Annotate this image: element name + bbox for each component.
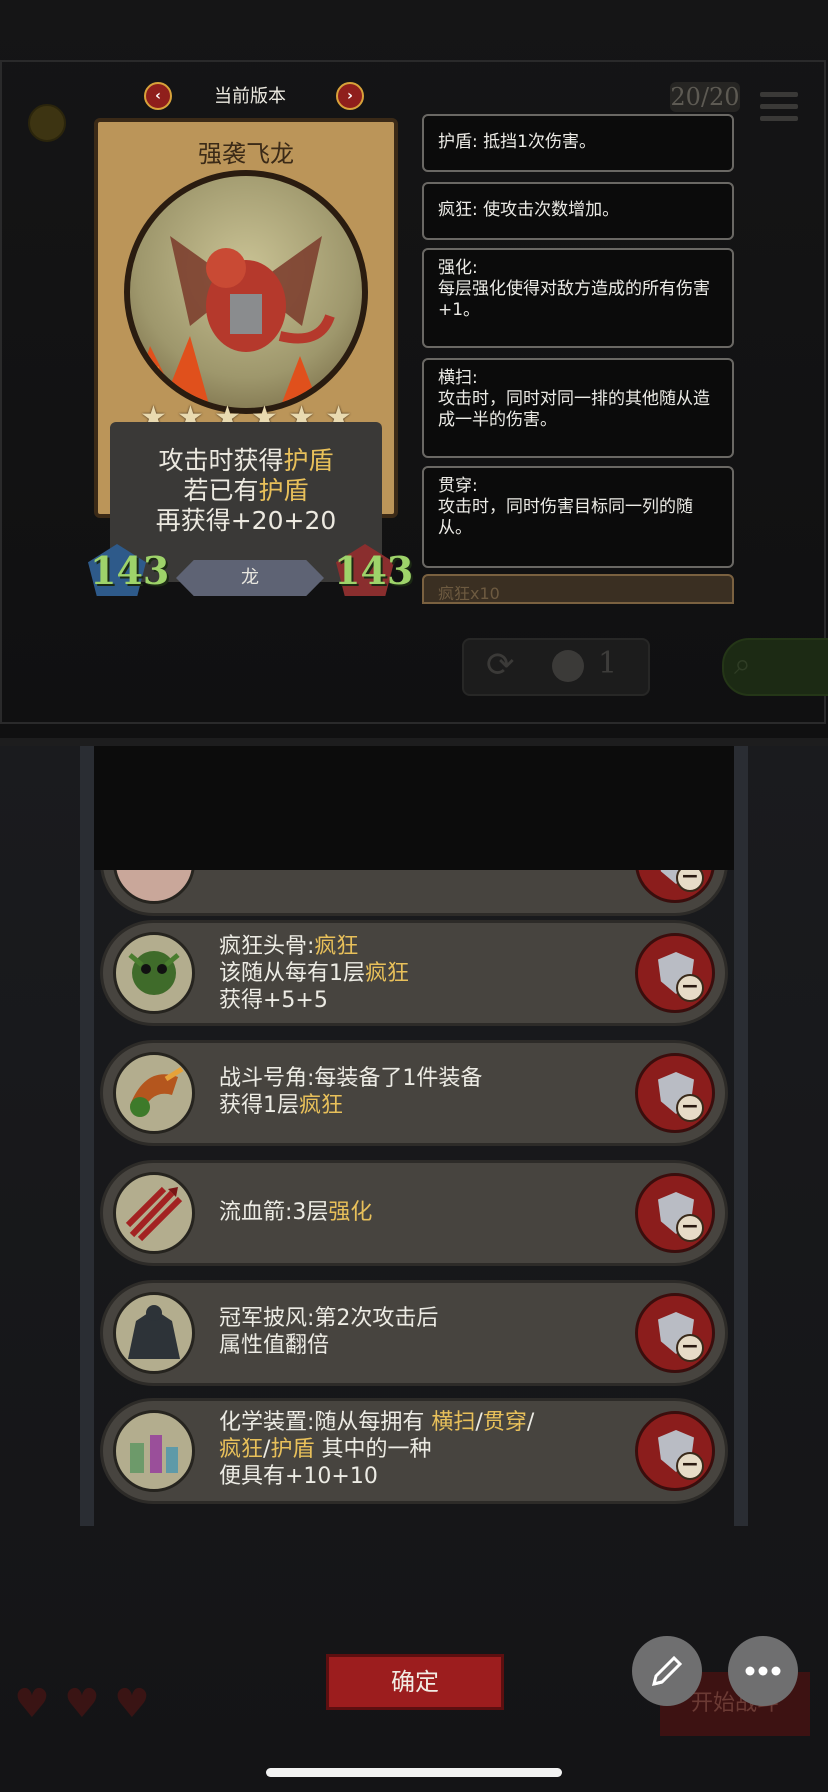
heart-icon: ♥ bbox=[114, 1681, 150, 1727]
equipment-row[interactable]: 化学装置:随从每拥有 横扫/贯穿/ 疯狂/护盾 其中的一种 便具有+10+10 … bbox=[100, 1398, 728, 1504]
minus-icon: − bbox=[676, 870, 704, 892]
coin-icon bbox=[552, 650, 584, 682]
keyword-pierce: 贯穿 bbox=[482, 1410, 527, 1435]
edit-button[interactable] bbox=[632, 1636, 702, 1706]
keyword-title: 贯穿: bbox=[438, 476, 478, 496]
equipment-desc: 获得1层 bbox=[219, 1093, 299, 1118]
separator: / bbox=[526, 1410, 535, 1435]
equipment-text: 流血箭:3层强化 bbox=[219, 1199, 619, 1226]
keyword-panel-frenzy: 疯狂: 使攻击次数增加。 bbox=[422, 182, 734, 240]
equipment-name: 冠军披风:第2次攻击后 bbox=[219, 1306, 439, 1331]
equipment-desc: 获得+5+5 bbox=[219, 988, 328, 1013]
equipment-desc: 其中的一种 bbox=[314, 1437, 432, 1462]
keyword-title: 护盾: 抵挡1次伤害。 bbox=[438, 132, 596, 152]
keyword-body: 攻击时，同时伤害目标同一列的随从。 bbox=[438, 497, 693, 538]
equipment-name: 疯狂头骨: bbox=[219, 934, 315, 959]
equipment-row[interactable]: 战斗号角:每装备了1件装备 获得1层疯狂 − bbox=[100, 1040, 728, 1146]
minion-card: 强袭飞龙 ★ ★ ★ ★ ★ ★ 攻击时获得护盾 若已有护盾 再获得+20+20 bbox=[94, 118, 398, 582]
heart-icon: ♥ bbox=[64, 1681, 100, 1727]
keyword-empower: 强化 bbox=[328, 1200, 373, 1225]
tribe-label: 龙 bbox=[176, 560, 324, 596]
minus-icon: − bbox=[676, 1452, 704, 1480]
keyword-title: 强化: bbox=[438, 258, 478, 278]
panel-pillar-left bbox=[80, 746, 94, 1526]
desc-text: 攻击时获得 bbox=[158, 446, 284, 475]
equipment-text: 化学装置:随从每拥有 横扫/贯穿/ 疯狂/护盾 其中的一种 便具有+10+10 bbox=[219, 1409, 619, 1490]
refresh-cost: 1 bbox=[598, 646, 618, 681]
horn-icon bbox=[113, 1052, 195, 1134]
equipment-desc: 属性值翻倍 bbox=[219, 1333, 330, 1358]
equipment-icon bbox=[113, 870, 195, 904]
equipment-row[interactable]: 流血箭:3层强化 − bbox=[100, 1160, 728, 1266]
separator: / bbox=[475, 1410, 483, 1435]
equipment-row[interactable]: 冠军披风:第2次攻击后 属性值翻倍 − bbox=[100, 1280, 728, 1386]
equipment-desc: 便具有+10+10 bbox=[219, 1464, 378, 1489]
more-button[interactable] bbox=[728, 1636, 798, 1706]
keyword-frenzy: 疯狂 bbox=[314, 934, 359, 959]
cloak-icon bbox=[113, 1292, 195, 1374]
unequip-button[interactable]: − bbox=[635, 1411, 715, 1491]
keyword-body: 每层强化使得对敌方造成的所有伤害+1。 bbox=[438, 279, 710, 320]
equipment-text: 冠军披风:第2次攻击后 属性值翻倍 bbox=[219, 1305, 619, 1359]
dragon-art-icon bbox=[124, 170, 368, 414]
attack-value: 143 bbox=[90, 548, 170, 593]
keyword-title: 横扫: bbox=[438, 368, 478, 388]
keyword-shield: 护盾 bbox=[258, 476, 309, 505]
pencil-icon bbox=[651, 1655, 683, 1687]
keyword-panel-pierce: 贯穿: 攻击时，同时伤害目标同一列的随从。 bbox=[422, 466, 734, 568]
version-label: 当前版本 bbox=[214, 86, 286, 107]
equipment-text: 疯狂头骨:疯狂 该随从每有1层疯狂 获得+5+5 bbox=[219, 933, 619, 1014]
equipment-desc: 该随从每有1层 bbox=[219, 961, 365, 986]
minus-icon: − bbox=[676, 1214, 704, 1242]
equipment-row[interactable]: 疯狂头骨:疯狂 该随从每有1层疯狂 获得+5+5 − bbox=[100, 920, 728, 1026]
menu-icon[interactable] bbox=[760, 92, 798, 126]
search-icon[interactable]: ⌕ bbox=[734, 646, 772, 684]
minus-icon: − bbox=[676, 974, 704, 1002]
keyword-frenzy: 疯狂 bbox=[365, 961, 410, 986]
desc-text: 若已有 bbox=[183, 476, 259, 505]
next-version-button[interactable]: › bbox=[336, 82, 364, 110]
unequip-button[interactable]: − bbox=[635, 933, 715, 1013]
equipment-name: 流血箭:3层 bbox=[219, 1200, 329, 1225]
equipment-text: 战斗号角:每装备了1件装备 获得1层疯狂 bbox=[219, 1065, 619, 1119]
skull-icon bbox=[113, 932, 195, 1014]
minus-icon: − bbox=[676, 1094, 704, 1122]
equipment-name: 战斗号角:每装备了1件装备 bbox=[219, 1066, 483, 1091]
panel-empty-area bbox=[94, 746, 734, 870]
keyword-panel-empower: 强化: 每层强化使得对敌方造成的所有伤害+1。 bbox=[422, 248, 734, 348]
prev-version-button[interactable]: ‹ bbox=[144, 82, 172, 110]
more-dots-icon bbox=[745, 1666, 781, 1676]
refresh-icon[interactable]: ⟳ bbox=[486, 646, 524, 684]
keyword-frenzy: 疯狂 bbox=[219, 1437, 264, 1462]
equipment-list[interactable]: − 疯狂头骨:疯狂 该随从每有1层疯狂 获得+5+5 − 战斗号角:每装备了1件… bbox=[94, 870, 734, 1510]
home-indicator[interactable] bbox=[266, 1768, 562, 1777]
equipment-name: 化学装置:随从每拥有 bbox=[219, 1410, 432, 1435]
minion-counter: 20/20 bbox=[670, 82, 740, 112]
confirm-button[interactable]: 确定 bbox=[326, 1654, 504, 1710]
minus-icon: − bbox=[676, 1334, 704, 1362]
keyword-shield: 护盾 bbox=[270, 1437, 315, 1462]
divider bbox=[0, 738, 828, 746]
panel-pillar-right bbox=[734, 746, 748, 1526]
keyword-shield: 护盾 bbox=[283, 446, 334, 475]
heart-icon: ♥ bbox=[14, 1681, 50, 1727]
keyword-panel-shield: 护盾: 抵挡1次伤害。 bbox=[422, 114, 734, 172]
keyword-title: 疯狂: 使攻击次数增加。 bbox=[438, 200, 620, 220]
keyword-frenzy: 疯狂 bbox=[299, 1093, 344, 1118]
equipment-row-partial[interactable]: − bbox=[100, 870, 728, 916]
keyword-body: 攻击时，同时对同一排的其他随从造成一半的伤害。 bbox=[438, 389, 710, 430]
unequip-button[interactable]: − bbox=[635, 1173, 715, 1253]
unequip-button[interactable]: − bbox=[635, 1053, 715, 1133]
arrow-icon bbox=[113, 1172, 195, 1254]
keyword-panel-peek: 疯狂x10 bbox=[422, 574, 734, 604]
card-name: 强袭飞龙 bbox=[198, 140, 294, 168]
flask-icon bbox=[113, 1410, 195, 1492]
coin-icon bbox=[28, 104, 66, 142]
keyword-panel-sweep: 横扫: 攻击时，同时对同一排的其他随从造成一半的伤害。 bbox=[422, 358, 734, 458]
keyword-sweep: 横扫 bbox=[431, 1410, 476, 1435]
unequip-button[interactable]: − bbox=[635, 870, 715, 903]
desc-text: 再获得+20+20 bbox=[155, 506, 337, 535]
health-value: 143 bbox=[334, 548, 414, 593]
unequip-button[interactable]: − bbox=[635, 1293, 715, 1373]
